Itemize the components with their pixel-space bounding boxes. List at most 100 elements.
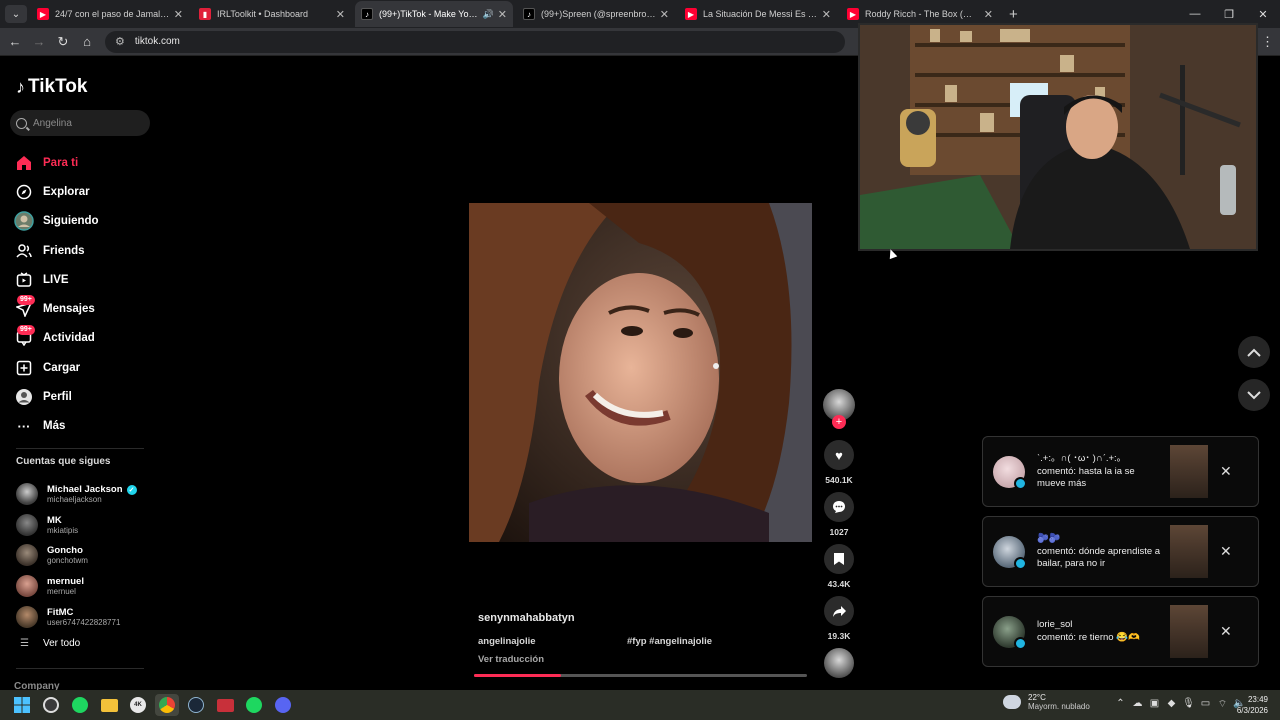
spotify-icon[interactable] bbox=[242, 694, 266, 716]
minimize-icon[interactable]: — bbox=[1178, 8, 1212, 20]
cloud-icon[interactable]: ☁ bbox=[1129, 698, 1146, 711]
following-account[interactable]: Michael Jackson ✓ michaeljackson bbox=[16, 479, 156, 510]
menu-item-live[interactable]: LIVE bbox=[14, 265, 154, 294]
save-button[interactable]: 43.4K bbox=[822, 544, 856, 589]
tab-search-button[interactable]: ⌄ bbox=[5, 5, 27, 23]
video-hashtags[interactable]: #fyp #angelinajolie bbox=[627, 636, 712, 647]
heart-icon: ♥ bbox=[824, 440, 854, 470]
close-window-icon[interactable]: ✕ bbox=[1246, 8, 1280, 21]
tiktok-badge-icon bbox=[1014, 556, 1027, 570]
close-icon[interactable]: ✕ bbox=[1220, 543, 1232, 560]
menu-item-label: Cargar bbox=[43, 361, 81, 374]
app-tray-icon[interactable]: ◆ bbox=[1163, 698, 1180, 711]
browser-tab[interactable]: ▮ IRLToolkit • Dashboard ✕ bbox=[193, 1, 351, 27]
like-count: 540.1K bbox=[825, 475, 853, 485]
search-input[interactable]: Angelina bbox=[10, 110, 150, 136]
tray-expand-icon[interactable]: ⌃ bbox=[1112, 698, 1129, 711]
tab-close-icon[interactable]: ✕ bbox=[336, 8, 345, 21]
chevron-down-icon bbox=[1247, 390, 1261, 399]
weather-widget[interactable]: 22°C Mayorm. nublado bbox=[1003, 693, 1090, 711]
date: 6/3/2026 bbox=[1236, 706, 1268, 715]
url-field[interactable]: ⚙ tiktok.com bbox=[105, 30, 845, 53]
reload-icon[interactable]: ↻ bbox=[51, 34, 75, 50]
comment-notification[interactable]: ˋ.+:。∩( ･ω･ )∩ˊ.+:。 comentó: hasta la ia … bbox=[982, 436, 1259, 507]
menu-item-cargar[interactable]: Cargar bbox=[14, 353, 154, 382]
file-explorer-icon[interactable] bbox=[97, 694, 121, 716]
display-icon[interactable]: ▭ bbox=[1197, 698, 1214, 711]
tab-close-icon[interactable]: ✕ bbox=[174, 8, 183, 21]
account-name: FitMC bbox=[47, 606, 74, 618]
4k-downloader-icon[interactable]: 4K bbox=[126, 694, 150, 716]
spotify-icon[interactable] bbox=[68, 694, 92, 716]
weather-condition: Mayorm. nublado bbox=[1028, 702, 1090, 711]
browser-tab[interactable]: ▶ La Situación De Messi Es Triste ✕ bbox=[679, 1, 837, 27]
menu-item-siguiendo[interactable]: Siguiendo bbox=[14, 207, 154, 236]
app-tray-icon[interactable]: ▣ bbox=[1146, 698, 1163, 711]
following-account[interactable]: FitMC user6747422828771 bbox=[16, 601, 156, 632]
windows-start-icon[interactable] bbox=[10, 694, 34, 716]
tab-close-icon[interactable]: ✕ bbox=[660, 8, 669, 21]
clock[interactable]: 23:49 6/3/2026 bbox=[1237, 694, 1268, 716]
friends-icon bbox=[14, 241, 34, 261]
forward-icon[interactable]: → bbox=[27, 34, 51, 49]
network-icon[interactable]: ⌔ bbox=[1214, 698, 1231, 711]
close-icon[interactable]: ✕ bbox=[1220, 623, 1232, 640]
browser-menu-icon[interactable]: ⋮ bbox=[1261, 34, 1274, 50]
youtube-icon: ▶ bbox=[685, 8, 697, 20]
tab-close-icon[interactable]: ✕ bbox=[984, 8, 993, 21]
menu-item-mensajes[interactable]: 99+ Mensajes bbox=[14, 294, 154, 323]
audio-playing-icon[interactable]: 🔊 bbox=[483, 9, 494, 20]
steam-icon[interactable] bbox=[184, 694, 208, 716]
new-tab-button[interactable]: + bbox=[1009, 6, 1018, 23]
menu-item-friends[interactable]: Friends bbox=[14, 236, 154, 265]
avatar bbox=[16, 483, 38, 506]
video-author[interactable]: senynmahabbatyn bbox=[478, 612, 575, 624]
previous-video-button[interactable] bbox=[1238, 336, 1270, 368]
following-account[interactable]: Goncho gonchotwm bbox=[16, 540, 156, 571]
menu-item-explorar[interactable]: Explorar bbox=[14, 177, 154, 206]
sound-disc-button[interactable] bbox=[822, 648, 856, 678]
menu-item-mas[interactable]: ··· Más bbox=[14, 412, 154, 441]
browser-tab[interactable]: ▶ 24/7 con el paso de Jamal 🕺 🎵 ✕ bbox=[31, 1, 189, 27]
site-settings-icon[interactable]: ⚙ bbox=[115, 35, 125, 48]
see-translation-link[interactable]: Ver traducción bbox=[478, 654, 544, 665]
voicemod-icon[interactable] bbox=[213, 694, 237, 716]
video-thumbnail bbox=[1170, 445, 1208, 498]
home-icon[interactable]: ⌂ bbox=[75, 34, 99, 49]
next-video-button[interactable] bbox=[1238, 379, 1270, 411]
account-handle: mkiatipis bbox=[47, 525, 79, 535]
tiktok-logo[interactable]: ♪ TikTok bbox=[16, 76, 87, 98]
browser-tab-active[interactable]: ♪ (99+)TikTok - Make Your Day 🔊 ✕ bbox=[355, 1, 513, 27]
video-player[interactable] bbox=[469, 203, 812, 542]
menu-item-perfil[interactable]: Perfil bbox=[14, 382, 154, 411]
following-account[interactable]: MK mkiatipis bbox=[16, 510, 156, 541]
tab-close-icon[interactable]: ✕ bbox=[822, 8, 831, 21]
share-button[interactable]: 19.3K bbox=[822, 596, 856, 641]
menu-item-actividad[interactable]: 99+ Actividad bbox=[14, 324, 154, 353]
company-link[interactable]: Company bbox=[14, 681, 60, 690]
like-button[interactable]: ♥ 540.1K bbox=[822, 440, 856, 485]
back-icon[interactable]: ← bbox=[3, 34, 27, 49]
microphone-icon[interactable]: 🎙 bbox=[1180, 698, 1197, 711]
avatar bbox=[16, 605, 38, 628]
obs-icon[interactable] bbox=[39, 694, 63, 716]
discord-icon[interactable] bbox=[271, 694, 295, 716]
comment-button[interactable]: 1027 bbox=[822, 492, 856, 537]
browser-tab[interactable]: ♪ (99+)Spreen (@spreenbro) | TikTok ✕ bbox=[517, 1, 675, 27]
close-icon[interactable]: ✕ bbox=[1220, 463, 1232, 480]
comment-notification[interactable]: 🫐🫐 comentó: dónde aprendiste a bailar, pa… bbox=[982, 516, 1259, 587]
upload-icon bbox=[14, 358, 34, 378]
see-all-link[interactable]: ☰ Ver todo bbox=[20, 638, 80, 649]
menu-item-para-ti[interactable]: Para ti bbox=[14, 148, 154, 177]
following-account[interactable]: mernuel mernuel bbox=[16, 571, 156, 602]
tab-close-icon[interactable]: ✕ bbox=[498, 8, 507, 21]
following-header: Cuentas que sigues bbox=[16, 456, 111, 467]
chrome-icon[interactable] bbox=[155, 694, 179, 716]
follow-plus-icon[interactable]: + bbox=[832, 415, 846, 429]
video-progress-bar[interactable] bbox=[474, 674, 807, 677]
restore-icon[interactable]: ❐ bbox=[1212, 8, 1246, 21]
creator-avatar-button[interactable]: + bbox=[822, 389, 856, 429]
account-name: Goncho bbox=[47, 545, 83, 557]
comment-notification[interactable]: lorie_sol comentó: re tierno 😂🫶 ✕ bbox=[982, 596, 1259, 667]
sound-disc-icon bbox=[824, 648, 854, 678]
